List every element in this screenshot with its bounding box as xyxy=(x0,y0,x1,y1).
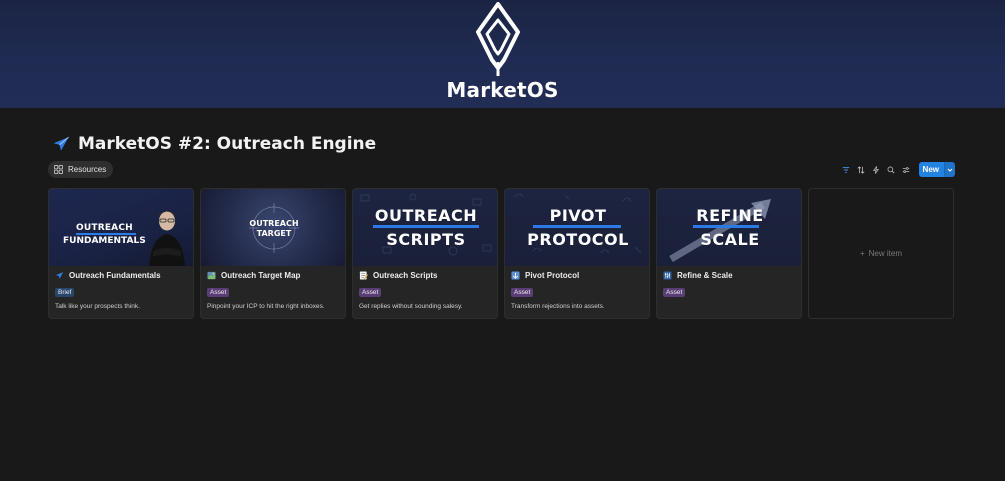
paper-plane-icon xyxy=(53,136,69,151)
new-dropdown-button[interactable] xyxy=(944,162,955,177)
cover-accent-bar xyxy=(373,225,479,228)
card-title: Outreach Target Map xyxy=(221,271,301,280)
card-title: Outreach Scripts xyxy=(373,271,438,280)
down-arrow-icon xyxy=(511,271,520,280)
cover-title-line2: FUNDAMENTALS xyxy=(63,236,146,246)
automation-button[interactable] xyxy=(871,163,881,177)
cover-title-line2: PROTOCOL xyxy=(527,230,629,249)
gallery-view-icon xyxy=(54,165,63,174)
type-tag: Asset xyxy=(207,288,230,297)
cover-accent-bar xyxy=(693,225,759,228)
type-tag: Asset xyxy=(511,288,534,297)
cover-title-line1: OUTREACH xyxy=(374,206,478,225)
card-cover-image: OUTREACH SCRIPTS xyxy=(353,189,497,266)
card-cover-image: PIVOT PROTOCOL xyxy=(505,189,649,266)
cover-title: OUTREACH TARGET xyxy=(201,219,345,239)
person-illustration xyxy=(149,211,185,266)
card-description: Talk like your prospects think. xyxy=(55,303,140,310)
card-description: Transform rejections into assets. xyxy=(511,303,605,310)
filter-icon xyxy=(842,166,849,173)
lightning-icon xyxy=(872,165,879,174)
card-cover-image: REFINE SCALE xyxy=(657,189,801,266)
type-tag: Asset xyxy=(359,288,382,297)
cover-accent-bar xyxy=(76,233,136,235)
cover-title-line1: PIVOT xyxy=(549,206,607,225)
card-description: Get replies without sounding salesy. xyxy=(359,303,463,310)
gallery-view: OUTREACH FUNDAMENTALS Outreach Fundament… xyxy=(48,188,954,319)
gallery-card-pivot-protocol[interactable]: PIVOT PROTOCOL Pivot Protocol Asset Tran… xyxy=(504,188,650,319)
card-title-row: Outreach Target Map xyxy=(207,271,300,280)
cover-title-line1: REFINE xyxy=(696,206,764,225)
brand-name: MarketOS xyxy=(446,78,559,102)
card-title-row: Pivot Protocol xyxy=(511,271,579,280)
sort-button[interactable] xyxy=(856,163,866,177)
sort-icon xyxy=(857,165,865,174)
card-cover-image: OUTREACH TARGET xyxy=(201,189,345,266)
view-settings-button[interactable] xyxy=(901,163,911,177)
settings-sliders-icon xyxy=(902,166,909,173)
gallery-card-outreach-target-map[interactable]: OUTREACH TARGET Outreach Target Map Asse… xyxy=(200,188,346,319)
gallery-card-refine-scale[interactable]: REFINE SCALE Refine & Scale Asset xyxy=(656,188,802,319)
card-title-row: Refine & Scale xyxy=(663,271,733,280)
memo-icon xyxy=(359,271,368,280)
card-title: Pivot Protocol xyxy=(525,271,580,280)
gallery-card-outreach-fundamentals[interactable]: OUTREACH FUNDAMENTALS Outreach Fundament… xyxy=(48,188,194,319)
new-item-label: New item xyxy=(868,249,902,258)
card-title: Refine & Scale xyxy=(677,271,733,280)
page-title: MarketOS #2: Outreach Engine xyxy=(78,134,377,154)
card-title: Outreach Fundamentals xyxy=(69,271,161,280)
cover-title-line1: OUTREACH xyxy=(76,223,133,233)
cover-title-line2: SCALE xyxy=(700,230,760,249)
marketos-logo-icon xyxy=(476,2,520,76)
cover-accent-bar xyxy=(533,225,621,228)
map-icon xyxy=(207,271,216,280)
cover-title-line1: OUTREACH xyxy=(249,219,299,228)
cover-title-line2: TARGET xyxy=(256,229,292,238)
new-button-label: New xyxy=(918,162,944,177)
gallery-card-outreach-scripts[interactable]: OUTREACH SCRIPTS Outreach Scripts Asset … xyxy=(352,188,498,319)
new-button[interactable]: New xyxy=(918,162,955,177)
plus-icon: + xyxy=(859,249,865,258)
database-toolbar: New xyxy=(841,162,955,177)
view-tab-label: Resources xyxy=(68,165,107,174)
view-tab-resources[interactable]: Resources xyxy=(48,161,114,178)
search-icon xyxy=(887,166,895,174)
card-title-row: Outreach Scripts xyxy=(359,271,437,280)
new-item-card[interactable]: + New item xyxy=(808,188,954,319)
card-title-row: Outreach Fundamentals xyxy=(55,271,161,280)
filter-button[interactable] xyxy=(841,163,851,177)
cover-title-line2: SCRIPTS xyxy=(386,230,466,249)
page-cover-banner: MarketOS xyxy=(0,0,1005,108)
paper-plane-icon xyxy=(55,272,64,279)
chevron-down-icon xyxy=(947,168,953,172)
search-button[interactable] xyxy=(886,163,896,177)
page-header: MarketOS #2: Outreach Engine xyxy=(52,134,376,154)
type-tag: Brief xyxy=(55,288,75,297)
sliders-icon xyxy=(663,271,672,280)
type-tag: Asset xyxy=(663,288,686,297)
card-cover-image: OUTREACH FUNDAMENTALS xyxy=(49,189,193,266)
card-description: Pinpoint your ICP to hit the right inbox… xyxy=(207,303,325,310)
